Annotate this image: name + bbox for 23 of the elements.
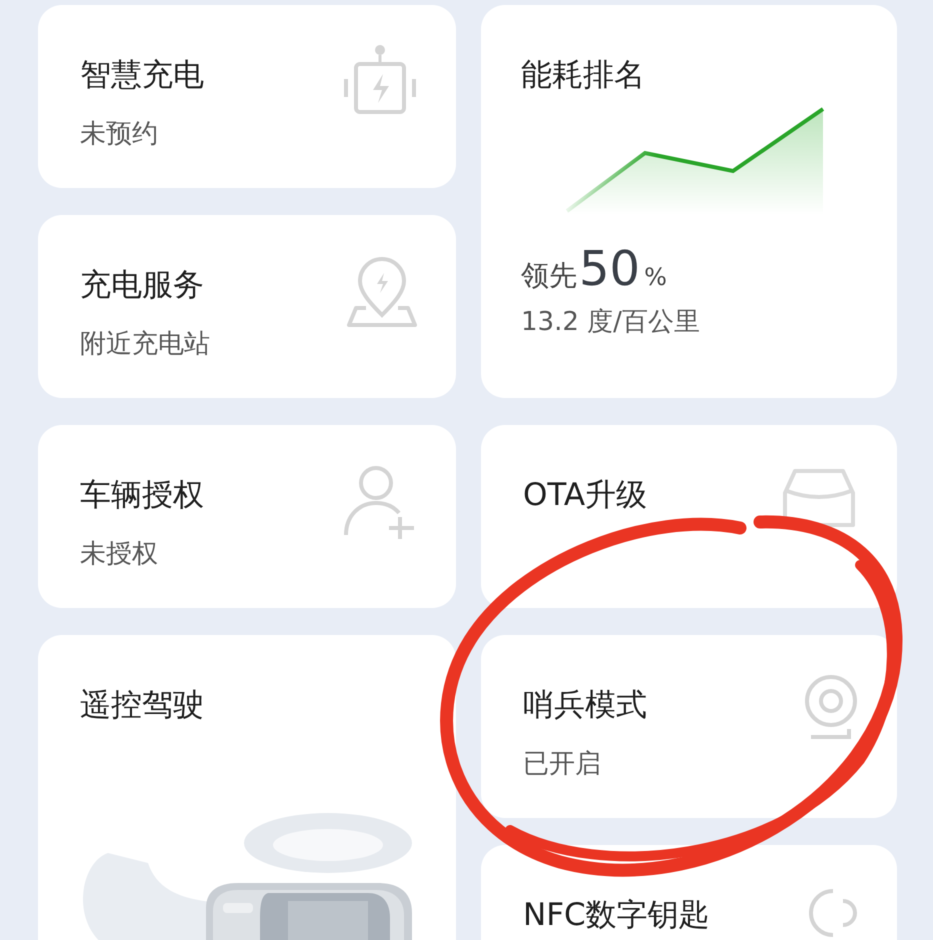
card-title: 充电服务 <box>80 266 205 305</box>
card-title: 车辆授权 <box>80 476 204 515</box>
card-background[interactable]: 遥控驾驶 <box>38 635 456 940</box>
card-title: 遥控驾驶 <box>80 686 205 725</box>
card-title: OTA升级 <box>523 476 648 515</box>
card-subtitle: 未预约 <box>80 118 159 151</box>
card-title: 能耗排名 <box>521 56 645 95</box>
card-background[interactable]: OTA升级 <box>481 425 897 608</box>
card-background[interactable]: 车辆授权 未授权 <box>38 425 456 608</box>
card-subtitle: 已开启 <box>523 748 602 781</box>
percent-sign: % <box>644 263 667 291</box>
card-subtitle: 附近充电站 <box>80 328 210 361</box>
card-background[interactable]: 充电服务 附近充电站 <box>38 215 456 398</box>
card-title: 哨兵模式 <box>523 686 647 725</box>
consumption-text: 13.2 度/百公里 <box>521 306 701 339</box>
card-background[interactable]: 哨兵模式 已开启 <box>481 635 897 818</box>
percent-value: 50 <box>579 243 640 295</box>
card-background[interactable]: 智慧充电 未预约 <box>38 5 456 188</box>
card-title: NFC数字钥匙 <box>523 896 710 935</box>
lead-label: 领先 <box>521 258 577 294</box>
card-background[interactable]: 能耗排名 领先 50% 13.2 度/百公里 <box>481 5 897 398</box>
card-subtitle: 未授权 <box>80 538 159 571</box>
card-title: 智慧充电 <box>80 56 204 95</box>
